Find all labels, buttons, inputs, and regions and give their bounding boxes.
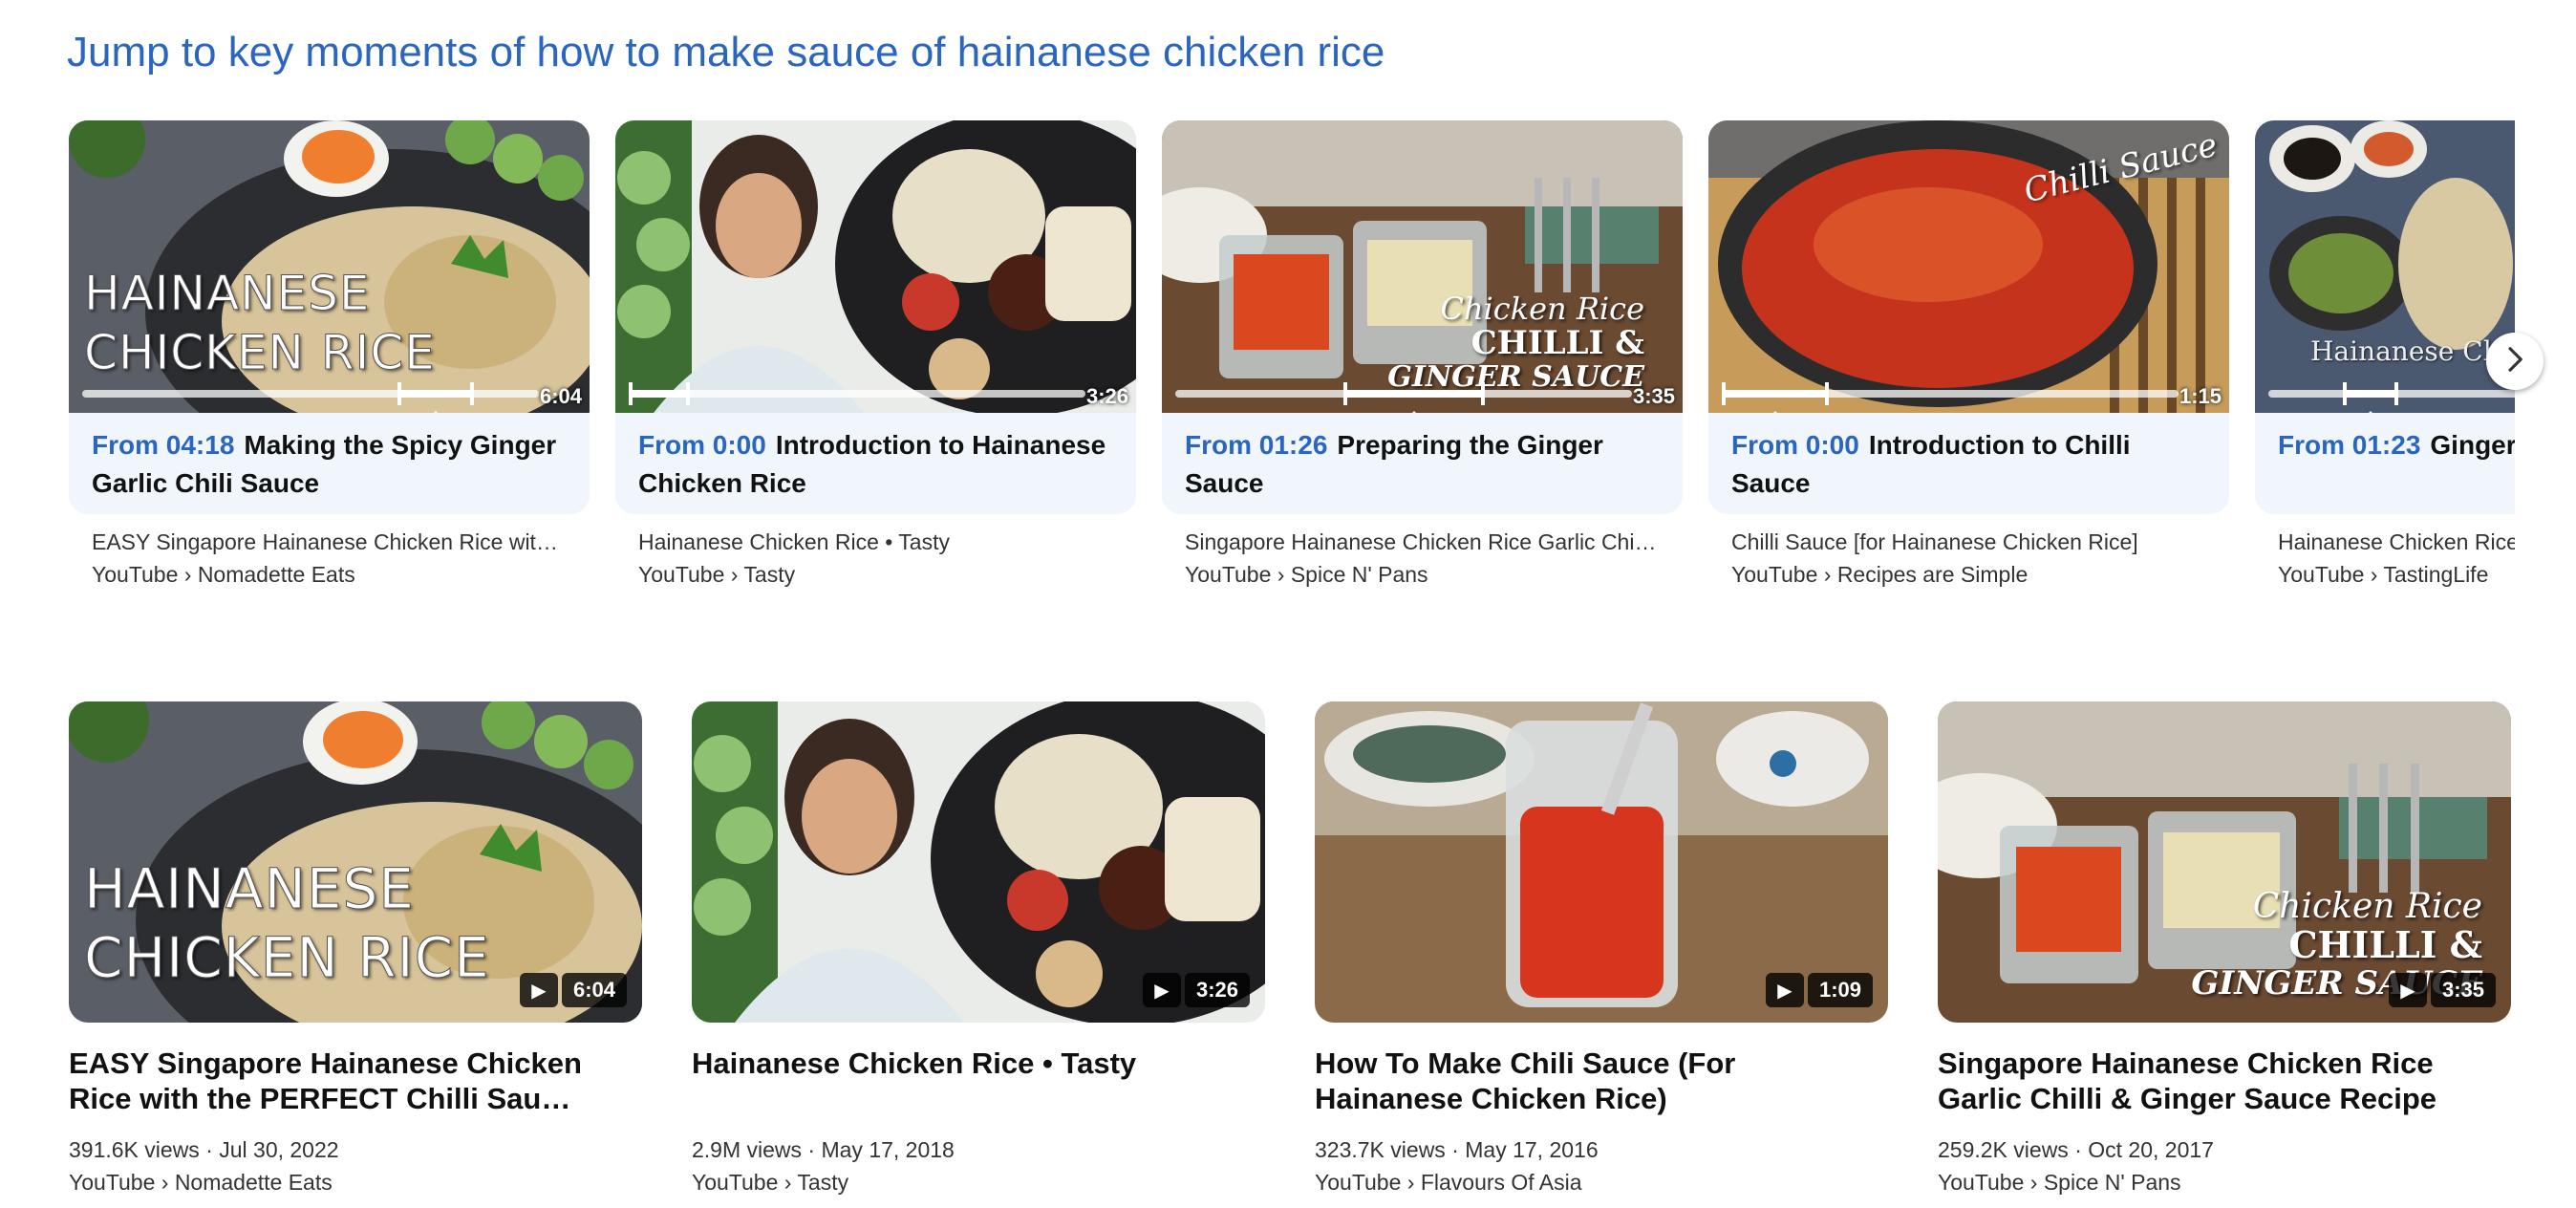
video-thumbnail[interactable]: Chicken Rice CHILLI & GINGER SAUCE ▶ 3:3… bbox=[1938, 701, 2511, 1023]
key-moment-card[interactable]: Chilli Sauce 1:15 From 0:00 Introduction … bbox=[1708, 120, 2229, 591]
video-source: YouTube › Nomadette Eats bbox=[92, 562, 355, 587]
video-source: YouTube › Recipes are Simple bbox=[1731, 562, 2029, 587]
duration-label: 3:35 bbox=[1632, 384, 1675, 408]
duration-label: 3:26 bbox=[1085, 384, 1128, 408]
key-moments-carousel: HAINANESE CHICKEN RICE 6:04 From 04:18 Ma… bbox=[69, 120, 2515, 617]
progress-track bbox=[1722, 382, 2179, 413]
video-title-link[interactable]: Hainanese Chicken Rice • Tasty bbox=[692, 1046, 1265, 1118]
progress-track bbox=[1175, 382, 1632, 413]
duration-label: 1:15 bbox=[2179, 384, 2222, 408]
moment-segment bbox=[629, 382, 690, 413]
video-thumbnail[interactable]: 3:26 bbox=[615, 120, 1136, 413]
progress-track bbox=[2268, 382, 2515, 413]
video-title-link[interactable]: How To Make Chili Sauce (For Hainanese C… bbox=[1315, 1046, 1888, 1118]
moment-title: Ginger a Sauce bbox=[2430, 430, 2515, 460]
video-source: YouTube › Spice N' Pans bbox=[1185, 562, 1428, 587]
progress-track bbox=[82, 382, 539, 413]
video-thumbnail[interactable]: Chilli Sauce 1:15 bbox=[1708, 120, 2229, 413]
thumbnail-text: CHICKEN RICE bbox=[84, 325, 436, 381]
key-moment-card[interactable]: HAINANESE CHICKEN RICE 6:04 From 04:18 Ma… bbox=[69, 120, 590, 591]
video-source: YouTube › Tasty bbox=[638, 562, 796, 587]
video-source: YouTube › Spice N' Pans bbox=[1938, 1170, 2181, 1195]
duration-label: 6:04 bbox=[561, 973, 627, 1007]
key-moment-card[interactable]: Chicken Rice CHILLI & GINGER SAUCE 3:35 … bbox=[1162, 120, 1683, 591]
views-and-date: 391.6K views · Jul 30, 2022 bbox=[69, 1137, 339, 1162]
thumbnail-text: Chicken Rice bbox=[1440, 291, 1644, 327]
play-icon: ▶ bbox=[1765, 973, 1804, 1007]
video-title: Singapore Hainanese Chicken Rice Garlic … bbox=[1185, 529, 1660, 554]
thumbnail-text: CHICKEN RICE bbox=[84, 925, 490, 991]
video-thumbnail[interactable]: ▶ 3:26 bbox=[692, 701, 1265, 1023]
video-source: YouTube › Flavours Of Asia bbox=[1315, 1170, 1582, 1195]
duration-label: 1:09 bbox=[1807, 973, 1873, 1007]
play-icon: ▶ bbox=[1142, 973, 1181, 1007]
moment-description[interactable]: From 0:00 Introduction to Hainanese Chick… bbox=[615, 413, 1136, 514]
video-card[interactable]: ▶ 1:09 How To Make Chili Sauce (For Hain… bbox=[1315, 701, 1888, 1198]
video-card[interactable]: HAINANESE CHICKEN RICE ▶ 6:04 EASY Singa… bbox=[69, 701, 642, 1198]
views-and-date: 2.9M views · May 17, 2018 bbox=[692, 1137, 955, 1162]
video-title: Hainanese Chicken Rice bbox=[2278, 529, 2515, 554]
moment-description[interactable]: From 0:00 Introduction to Chilli Sauce bbox=[1708, 413, 2229, 514]
section-heading[interactable]: Jump to key moments of how to make sauce… bbox=[67, 29, 1385, 76]
video-title: EASY Singapore Hainanese Chicken Rice wi… bbox=[92, 529, 567, 554]
video-thumbnail[interactable]: ▶ 1:09 bbox=[1315, 701, 1888, 1023]
moment-segment bbox=[397, 382, 474, 413]
thumbnail-text: CHILLI & bbox=[1470, 324, 1644, 362]
video-card[interactable]: ▶ 3:26 Hainanese Chicken Rice • Tasty 2.… bbox=[692, 701, 1265, 1198]
video-thumbnail[interactable]: HAINANESE CHICKEN RICE 6:04 bbox=[69, 120, 590, 413]
video-thumbnail[interactable]: Hainanese Chic bbox=[2255, 120, 2515, 413]
duration-label: 3:26 bbox=[1184, 973, 1250, 1007]
key-moment-card[interactable]: Hainanese Chic From 01:23Ginger a Sauce … bbox=[2255, 120, 2515, 591]
play-icon: ▶ bbox=[519, 973, 558, 1007]
timestamp-link[interactable]: From 01:23 bbox=[2278, 430, 2420, 460]
views-and-date: 323.7K views · May 17, 2016 bbox=[1315, 1137, 1599, 1162]
play-icon: ▶ bbox=[2388, 973, 2427, 1007]
moment-segment bbox=[1343, 382, 1485, 413]
moment-description[interactable]: From 04:18 Making the Spicy Ginger Garlic… bbox=[69, 413, 590, 514]
chevron-right-icon bbox=[2501, 345, 2529, 378]
moment-segment bbox=[1722, 382, 1829, 413]
thumbnail-text: HAINANESE bbox=[84, 856, 415, 922]
moment-segment bbox=[2343, 382, 2398, 413]
key-moment-card[interactable]: 3:26 From 0:00 Introduction to Hainanese … bbox=[615, 120, 1136, 591]
video-thumbnail[interactable]: Chicken Rice CHILLI & GINGER SAUCE 3:35 bbox=[1162, 120, 1683, 413]
duration-label: 6:04 bbox=[539, 384, 582, 408]
video-title-link[interactable]: Singapore Hainanese Chicken Rice Garlic … bbox=[1938, 1046, 2511, 1118]
timestamp-link[interactable]: From 04:18 bbox=[92, 430, 234, 460]
video-source: YouTube › Nomadette Eats bbox=[69, 1170, 333, 1195]
video-thumbnail[interactable]: HAINANESE CHICKEN RICE ▶ 6:04 bbox=[69, 701, 642, 1023]
thumbnail-text: Chicken Rice bbox=[2252, 887, 2482, 926]
moment-description[interactable]: From 01:23 Ginger a Sauce bbox=[2255, 413, 2515, 514]
timestamp-link[interactable]: From 01:26 bbox=[1185, 430, 1327, 460]
timestamp-link[interactable]: From 0:00 bbox=[638, 430, 766, 460]
duration-label: 3:35 bbox=[2430, 973, 2496, 1007]
timestamp-link[interactable]: From 0:00 bbox=[1731, 430, 1859, 460]
moment-description[interactable]: From 01:26 Preparing the Ginger Sauce bbox=[1162, 413, 1683, 514]
views-and-date: 259.2K views · Oct 20, 2017 bbox=[1938, 1137, 2214, 1162]
thumbnail-text: Hainanese Chic bbox=[2310, 335, 2515, 367]
carousel-next-button[interactable] bbox=[2486, 333, 2544, 390]
video-source: YouTube › Tasty bbox=[692, 1170, 849, 1195]
video-title: Hainanese Chicken Rice • Tasty bbox=[638, 529, 950, 554]
video-card[interactable]: Chicken Rice CHILLI & GINGER SAUCE ▶ 3:3… bbox=[1938, 701, 2511, 1198]
video-title-link[interactable]: EASY Singapore Hainanese Chicken Rice wi… bbox=[69, 1046, 642, 1118]
thumbnail-text: HAINANESE bbox=[84, 266, 371, 322]
video-title: Chilli Sauce [for Hainanese Chicken Rice… bbox=[1731, 529, 2138, 554]
progress-track bbox=[629, 382, 1085, 413]
video-source: YouTube › TastingLife bbox=[2278, 562, 2489, 587]
thumbnail-text: CHILLI & bbox=[2288, 923, 2482, 966]
